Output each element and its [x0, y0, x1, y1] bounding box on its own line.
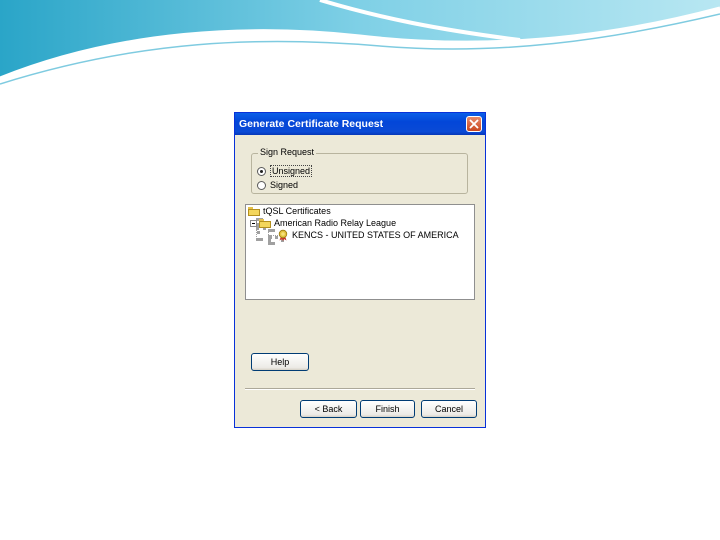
signed-radio[interactable] — [257, 180, 266, 190]
tree-item-root[interactable]: tQSL Certificates — [248, 205, 331, 217]
close-x-icon — [469, 119, 479, 129]
certificate-ribbon-icon — [278, 229, 288, 241]
tree-item-callsign[interactable]: KENCS - UNITED STATES OF AMERICA — [277, 229, 459, 241]
signed-option[interactable]: Signed — [257, 179, 298, 191]
sign-request-group: Sign Request Unsigned Signed — [251, 147, 468, 194]
unsigned-option[interactable]: Unsigned — [257, 165, 313, 177]
button-separator — [245, 388, 475, 390]
help-button[interactable]: Help — [251, 353, 309, 371]
certificate-tree[interactable]: tQSL Certificates American Radio Relay L… — [245, 204, 475, 300]
folder-icon — [259, 218, 271, 228]
tree-issuer-label: American Radio Relay League — [274, 218, 397, 228]
slide-header-wave — [0, 0, 720, 85]
tree-expander-minus-icon[interactable] — [250, 219, 257, 227]
folder-icon — [248, 206, 260, 216]
signed-label: Signed — [270, 180, 299, 190]
tree-callsign-label: KENCS - UNITED STATES OF AMERICA — [292, 230, 459, 240]
close-button[interactable] — [466, 116, 482, 132]
sign-request-legend: Sign Request — [258, 147, 317, 157]
tree-root-label: tQSL Certificates — [263, 206, 331, 216]
unsigned-radio[interactable] — [257, 166, 266, 176]
unsigned-label: Unsigned — [270, 165, 313, 177]
dialog-title: Generate Certificate Request — [239, 118, 384, 130]
finish-button[interactable]: Finish — [360, 400, 415, 418]
cancel-button[interactable]: Cancel — [421, 400, 477, 418]
generate-certificate-dialog: Generate Certificate Request Sign Reques… — [234, 112, 486, 428]
dialog-title-bar[interactable]: Generate Certificate Request — [235, 113, 485, 135]
tree-item-issuer[interactable]: American Radio Relay League — [250, 217, 396, 229]
back-button[interactable]: < Back — [300, 400, 357, 418]
